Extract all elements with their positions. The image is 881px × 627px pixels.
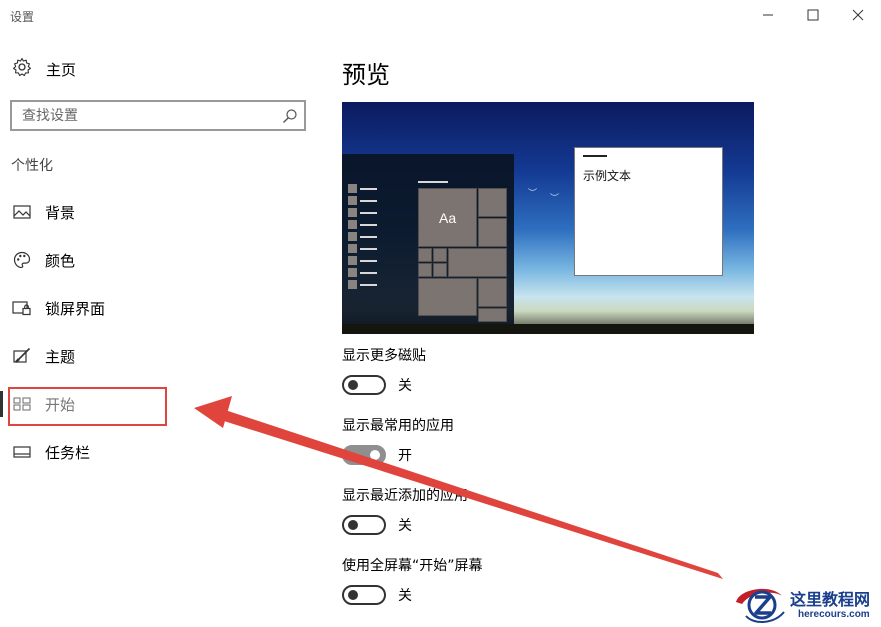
- preview-app-label: [360, 260, 377, 262]
- toggle-state: 关: [398, 588, 412, 604]
- preview-tile: [418, 263, 432, 277]
- preview-app-label: [360, 284, 377, 286]
- toggle-switch[interactable]: [342, 375, 386, 395]
- preview-tile: [478, 278, 507, 307]
- preview-app-label: [360, 224, 377, 226]
- sidebar-item-label: 锁屏界面: [45, 299, 106, 318]
- sidebar-item-colors[interactable]: 颜色: [12, 247, 272, 273]
- search-icon[interactable]: [282, 108, 298, 128]
- setting-title: 显示最近添加的应用: [342, 488, 468, 504]
- preview-tile: [478, 218, 507, 247]
- preview-tile: [418, 248, 432, 262]
- sidebar-item-lockscreen[interactable]: 锁屏界面: [12, 295, 272, 321]
- window-title: 设置: [10, 10, 35, 24]
- bird-icon: ︶: [550, 194, 560, 204]
- search-box[interactable]: [10, 100, 306, 131]
- sidebar-item-themes[interactable]: 主题: [12, 343, 272, 369]
- preview-app-label: [360, 248, 377, 250]
- preview-taskbar: [342, 324, 754, 334]
- watermark: 这里教程网 herecours.com: [730, 582, 881, 627]
- preview-app-label: [360, 272, 377, 274]
- taskbar-icon: [12, 442, 32, 462]
- preview-start-menu: Aa: [342, 154, 514, 324]
- palette-icon: [12, 250, 32, 270]
- preview-image: ︶ ︶ Aa 示例文本: [342, 102, 754, 334]
- sidebar-item-label: 任务栏: [45, 443, 91, 462]
- watermark-url: herecours.com: [798, 609, 870, 620]
- toggle-state: 开: [398, 448, 412, 464]
- preview-sample-window: 示例文本: [574, 147, 723, 276]
- preview-app-label: [360, 200, 377, 202]
- section-label: 个性化: [11, 158, 53, 174]
- highlight-box: [8, 387, 167, 426]
- preview-app-label: [360, 236, 377, 238]
- toggle-state: 关: [398, 378, 412, 394]
- preview-app-icon: [348, 196, 357, 205]
- preview-tile: [448, 248, 507, 277]
- lock-screen-icon: [12, 298, 32, 318]
- sidebar-home-label: 主页: [46, 60, 77, 79]
- preview-group-label: [418, 181, 448, 183]
- preview-app-icon: [348, 244, 357, 253]
- toggle-switch[interactable]: [342, 585, 386, 605]
- setting-fullscreen-start: 使用全屏幕“开始”屏幕 关: [342, 555, 483, 605]
- preview-tile: [478, 308, 507, 322]
- preview-app-label: [360, 188, 377, 190]
- sidebar-item-background[interactable]: 背景: [12, 199, 272, 225]
- setting-recently-added-apps: 显示最近添加的应用 关: [342, 485, 468, 535]
- preview-app-icon: [348, 268, 357, 277]
- sidebar-home[interactable]: 主页: [12, 57, 77, 81]
- theme-brush-icon: [12, 346, 32, 366]
- minimize-button[interactable]: [745, 0, 791, 30]
- preview-tile: [433, 263, 447, 277]
- sample-text: 示例文本: [583, 169, 632, 183]
- preview-tile-label: Aa: [439, 210, 457, 226]
- bird-icon: ︶: [528, 189, 538, 199]
- preview-app-icon: [348, 256, 357, 265]
- preview-tile: [478, 188, 507, 217]
- preview-tile: [433, 248, 447, 262]
- toggle-switch[interactable]: [342, 515, 386, 535]
- maximize-icon: [807, 9, 819, 21]
- picture-icon: [12, 202, 32, 222]
- page-title: 预览: [342, 61, 390, 89]
- search-input[interactable]: [22, 105, 282, 126]
- preview-tile: [418, 278, 477, 316]
- maximize-button[interactable]: [790, 0, 836, 30]
- preview-app-icon: [348, 184, 357, 193]
- setting-title: 显示更多磁贴: [342, 348, 426, 364]
- preview-app-label: [360, 212, 377, 214]
- watermark-name: 这里教程网: [790, 590, 871, 609]
- preview-app-icon: [348, 232, 357, 241]
- sample-title-bar: [583, 155, 607, 157]
- sidebar-item-label: 背景: [45, 203, 76, 222]
- active-indicator: [0, 391, 3, 417]
- toggle-state: 关: [398, 518, 412, 534]
- gear-icon: [12, 57, 32, 81]
- close-icon: [852, 9, 864, 21]
- preview-app-icon: [348, 280, 357, 289]
- setting-title: 显示最常用的应用: [342, 418, 454, 434]
- setting-more-tiles: 显示更多磁贴 关: [342, 345, 426, 395]
- sidebar-item-label: 主题: [45, 347, 76, 366]
- sidebar-item-label: 颜色: [45, 251, 76, 270]
- sidebar-item-taskbar[interactable]: 任务栏: [12, 439, 272, 465]
- preview-app-icon: [348, 208, 357, 217]
- preview-app-icon: [348, 220, 357, 229]
- minimize-icon: [763, 14, 773, 16]
- toggle-switch[interactable]: [342, 445, 386, 465]
- watermark-logo-icon: [736, 588, 785, 623]
- setting-most-used-apps: 显示最常用的应用 开: [342, 415, 454, 465]
- close-button[interactable]: [835, 0, 881, 30]
- setting-title: 使用全屏幕“开始”屏幕: [342, 558, 483, 574]
